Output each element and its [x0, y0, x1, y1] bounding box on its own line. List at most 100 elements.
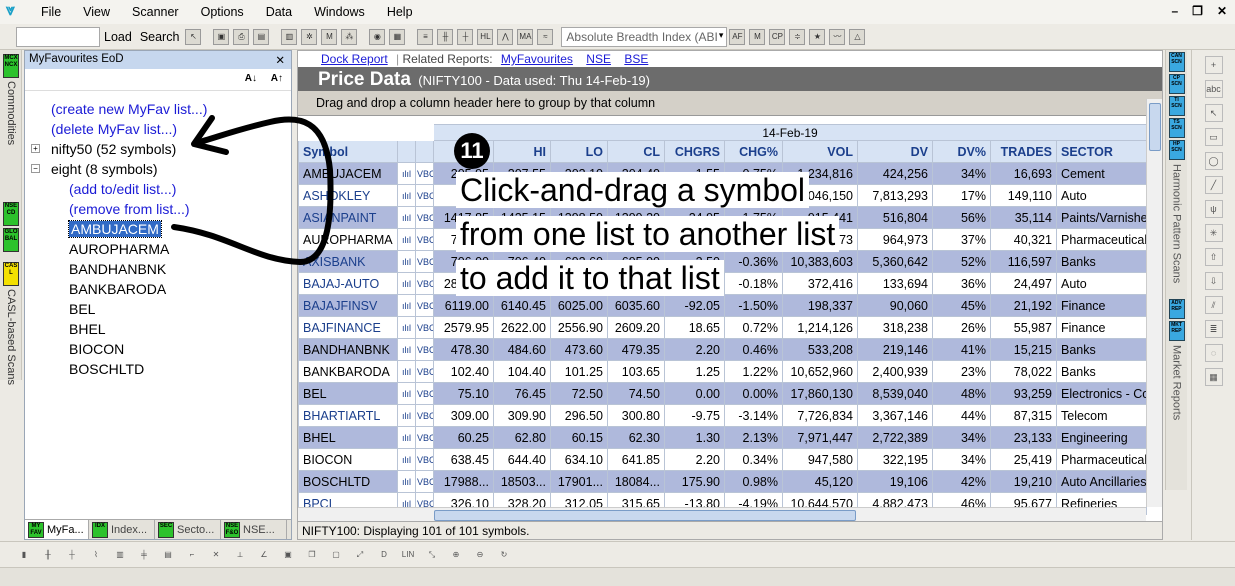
tree-symbol[interactable]: BANKBARODA — [33, 279, 207, 299]
column-header-sector[interactable]: SECTOR — [1055, 140, 1148, 163]
symbol-cell[interactable]: BAJAJFINSV — [298, 294, 398, 317]
sort-descending-icon[interactable]: A↑ — [271, 73, 283, 84]
log-icon[interactable]: LIN — [399, 547, 417, 563]
column-header-cl[interactable]: CL — [607, 140, 665, 163]
symbol-input[interactable] — [16, 26, 100, 47]
auto-fibo-icon[interactable]: AF — [729, 28, 746, 45]
column-header-dv[interactable]: DV — [857, 140, 933, 163]
expand-toggle-icon[interactable]: − — [31, 164, 40, 173]
vbc-icon[interactable]: VBC — [415, 228, 434, 251]
chart-icon[interactable]: ılıl — [397, 228, 416, 251]
vbc-icon[interactable]: VBC — [415, 294, 434, 317]
tree-symbol[interactable]: BOSCHLTD — [33, 359, 207, 379]
cursor-tool-icon[interactable]: ↖ — [185, 28, 202, 45]
tree-symbol[interactable]: BHEL — [33, 319, 207, 339]
vbc-icon[interactable]: VBC — [415, 162, 434, 185]
chart-icon[interactable]: ılıl — [397, 338, 416, 361]
globe-icon[interactable]: ◉ — [369, 28, 386, 45]
symbol-cell[interactable]: AUROPHARMA — [298, 228, 398, 251]
panel-tab-3[interactable]: NSE F&O NSE... — [221, 520, 287, 539]
ellipse-icon[interactable]: ◯ — [1204, 152, 1223, 170]
print-preview-icon[interactable]: ▤ — [253, 28, 270, 45]
bar-chart-icon[interactable]: ≡ — [417, 28, 434, 45]
bars-icon[interactable]: ┼ — [457, 28, 474, 45]
panel-tab-2[interactable]: SEC Secto... — [155, 520, 221, 539]
table-row[interactable]: BAJAJFINSVılılVBC6119.006140.456025.0060… — [298, 294, 1148, 317]
search-button[interactable]: Search — [136, 30, 184, 44]
angle-icon[interactable]: ∠ — [255, 547, 273, 563]
sort-ascending-icon[interactable]: A↓ — [245, 73, 257, 84]
column-header-symbol[interactable]: Symbol — [298, 140, 398, 163]
close-icon[interactable]: ✕ — [1217, 4, 1227, 18]
heikin-icon[interactable]: ╪ — [135, 547, 153, 563]
tree-folder[interactable]: + nifty50 (52 symbols) — [31, 139, 207, 159]
column-header-dvpct[interactable]: DV% — [932, 140, 991, 163]
cycle-icon[interactable]: ◌ — [1204, 344, 1223, 362]
tree-folder[interactable]: − eight (8 symbols) — [31, 159, 207, 179]
arrow-up-icon[interactable]: ⇧ — [1204, 248, 1223, 266]
vbc-icon[interactable]: VBC — [415, 404, 434, 427]
vbc-icon[interactable]: VBC — [415, 338, 434, 361]
column-header-hi[interactable]: HI — [493, 140, 551, 163]
paste-icon[interactable]: ▢ — [327, 547, 345, 563]
triangle-icon[interactable]: △ — [849, 28, 866, 45]
cam-icon[interactable]: CP — [769, 28, 786, 45]
table-row[interactable]: AUROPHARMAılılVBC759.00771.80752.20758.6… — [298, 228, 1148, 251]
link-bse[interactable]: BSE — [624, 52, 648, 66]
gann-icon[interactable]: ✳ — [1204, 224, 1223, 242]
menu-view[interactable]: View — [72, 5, 121, 19]
column-header-lo[interactable]: LO — [550, 140, 608, 163]
chart-icon[interactable]: ılıl — [397, 316, 416, 339]
menu-data[interactable]: Data — [255, 5, 303, 19]
scan-icon[interactable]: ADV REP — [1168, 299, 1185, 320]
menu-options[interactable]: Options — [190, 5, 255, 19]
line-chart-icon[interactable]: ⌇ — [87, 547, 105, 563]
column-header-blank[interactable] — [415, 140, 434, 163]
symbol-cell[interactable]: BIOCON — [298, 448, 398, 471]
scan-icon[interactable]: CP SCN — [1168, 74, 1185, 94]
column-header-trades[interactable]: TRADES — [990, 140, 1057, 163]
casl-scans-tab[interactable]: CAS L CASL-based Scans — [2, 262, 20, 385]
fib-icon[interactable]: ≣ — [1204, 320, 1223, 338]
tree-link[interactable]: (create new MyFav list...) — [33, 99, 207, 119]
star-icon[interactable]: ★ — [809, 28, 826, 45]
vbc-icon[interactable]: VBC — [415, 250, 434, 273]
scan-icon[interactable]: CAN SCN — [1168, 52, 1185, 72]
column-header-vol[interactable]: VOL — [782, 140, 858, 163]
mpvt-icon[interactable]: M — [749, 28, 766, 45]
window-icon[interactable]: ▦ — [389, 28, 406, 45]
table-row[interactable]: BELılılVBC75.1076.4572.5074.500.000.00%1… — [298, 382, 1148, 405]
symbol-cell[interactable]: BAJFINANCE — [298, 316, 398, 339]
column-header-chgrs[interactable]: CHGRS — [664, 140, 725, 163]
menu-help[interactable]: Help — [376, 5, 424, 19]
print-icon[interactable]: ⎙ — [233, 28, 250, 45]
scan-icon[interactable]: TI SCN — [1168, 96, 1185, 116]
vbc-icon[interactable]: VBC — [415, 360, 434, 383]
tree-symbol[interactable]: AMBUJACEM — [33, 219, 207, 239]
chart-icon[interactable]: ılıl — [397, 184, 416, 207]
chart-icon[interactable]: ılıl — [397, 162, 416, 185]
symbol-cell[interactable]: BOSCHLTD — [298, 470, 398, 493]
candles-icon[interactable]: ╫ — [437, 28, 454, 45]
table-row[interactable]: ASIANPAINTılılVBC1417.851425.151398.5013… — [298, 206, 1148, 229]
symbol-cell[interactable]: BEL — [298, 382, 398, 405]
symbol-cell[interactable]: BHARTIARTL — [298, 404, 398, 427]
tree-link[interactable]: (delete MyFav list...) — [33, 119, 207, 139]
vertical-scrollbar[interactable] — [1146, 99, 1162, 507]
chart-icon[interactable]: ılıl — [397, 250, 416, 273]
tree-symbol[interactable]: BIOCON — [33, 339, 207, 359]
refresh-icon[interactable]: ↻ — [495, 547, 513, 563]
table-row[interactable]: BHELılılVBC60.2562.8060.1562.301.302.13%… — [298, 426, 1148, 449]
close-panel-icon[interactable]: ✕ — [275, 53, 285, 67]
pitchfork-icon[interactable]: ψ — [1204, 200, 1223, 218]
commodities-tab[interactable]: MCX NCX Commodities — [2, 54, 20, 145]
symbol-cell[interactable]: ASIANPAINT — [298, 206, 398, 229]
restore-icon[interactable]: ❐ — [1192, 4, 1203, 18]
tree-symbol[interactable]: BANDHANBNK — [33, 259, 207, 279]
pivot-icon[interactable]: ≑ — [789, 28, 806, 45]
tree-link[interactable]: (remove from list...) — [33, 199, 207, 219]
column-header-blank[interactable] — [397, 140, 416, 163]
chart-icon[interactable]: ılıl — [397, 272, 416, 295]
link-myfavourites[interactable]: MyFavourites — [501, 52, 573, 66]
nse-cd-tab[interactable]: NSE CD — [2, 202, 20, 226]
